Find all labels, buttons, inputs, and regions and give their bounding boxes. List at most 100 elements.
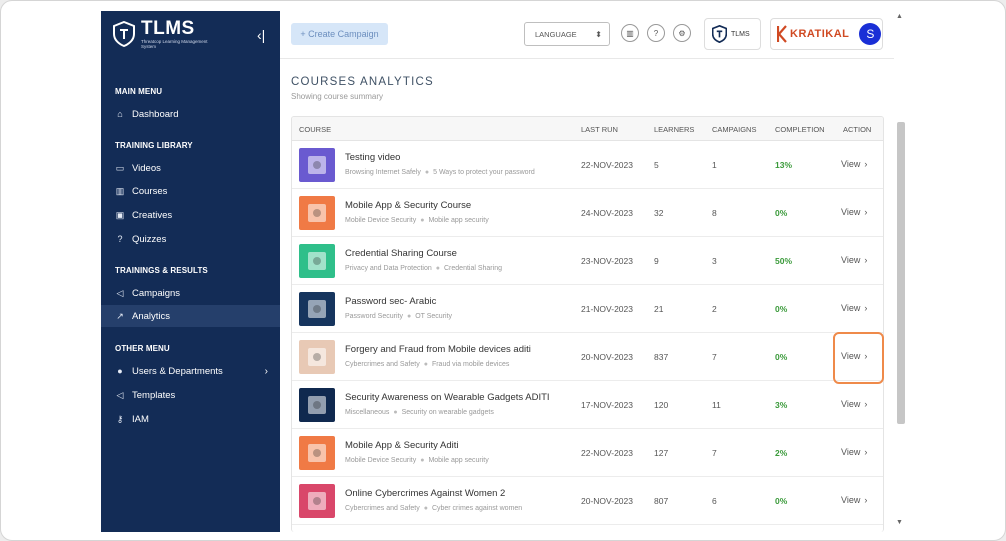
view-link[interactable]: View ›: [841, 207, 867, 217]
kratikal-logo-icon: [777, 25, 787, 43]
view-link[interactable]: View ›: [841, 159, 867, 169]
image-icon: ▣: [115, 209, 125, 220]
megaphone-icon: ◁: [116, 287, 124, 298]
course-tag: Mobile Device Security: [345, 457, 417, 464]
sidebar-item-label: Quizzes: [132, 233, 167, 245]
sidebar-item-label: Videos: [132, 162, 161, 174]
course-tag: Password Security: [345, 313, 403, 320]
scroll-down-arrow-icon[interactable]: ▼: [896, 519, 903, 526]
help-icon: ?: [117, 234, 123, 244]
table-row: Mobile App & Security Course Mobile Devic…: [292, 189, 883, 237]
course-tag: Browsing Internet Safely: [345, 169, 421, 176]
view-link[interactable]: View ›: [841, 399, 867, 409]
logo-title: TLMS: [141, 18, 195, 39]
sidebar-item-templates[interactable]: ◁ Templates: [101, 384, 280, 406]
learners-cell: 32: [654, 208, 664, 218]
last-run-cell: 22-NOV-2023: [581, 160, 633, 170]
view-label: View: [841, 159, 861, 169]
sidebar: TLMS Threatcop Learning Management Syste…: [101, 11, 280, 532]
video-icon: ▭: [115, 162, 125, 173]
course-name[interactable]: Credential Sharing Course: [345, 248, 457, 259]
course-name[interactable]: Password sec- Arabic: [345, 296, 436, 307]
chevron-right-icon: ›: [864, 303, 868, 313]
header-last-run: LAST RUN: [581, 125, 618, 134]
course-tags: Mobile Device Security ● Mobile app securi…: [345, 217, 489, 224]
help-icon[interactable]: ?: [647, 24, 665, 42]
sidebar-item-videos[interactable]: ▭ Videos: [101, 157, 280, 179]
campaigns-cell: 3: [712, 256, 717, 266]
gear-icon[interactable]: ⚙: [673, 24, 691, 42]
chevron-right-icon: ›: [864, 399, 868, 409]
campaigns-cell: 6: [712, 496, 717, 506]
course-tag: Mobile app security: [428, 457, 489, 464]
page-subtitle: Showing course summary: [291, 92, 384, 101]
header-completion: COMPLETION: [775, 125, 825, 134]
course-tags: Miscellaneous ● Security on wearable gadge…: [345, 409, 494, 416]
completion-cell: 50%: [775, 256, 793, 266]
completion-cell: 0%: [775, 304, 788, 314]
course-thumbnail: [299, 148, 335, 182]
top-bar: + Create Campaign LANGUAGE ⬍ ▥ ? ⚙ TLMS …: [280, 11, 894, 59]
tag-separator: ●: [406, 313, 412, 320]
create-campaign-button[interactable]: + Create Campaign: [291, 23, 388, 45]
scrollbar-thumb[interactable]: [897, 122, 905, 424]
logo-subtitle: Threatcop Learning Management System: [141, 39, 208, 49]
header-learners: LEARNERS: [654, 125, 695, 134]
sidebar-item-creatives[interactable]: ▣ Creatives: [101, 204, 280, 226]
learners-cell: 120: [654, 400, 669, 410]
section-trainings-results: TRAININGS & RESULTS: [115, 266, 208, 275]
sidebar-item-users-departments[interactable]: ● Users & Departments ›: [101, 360, 280, 382]
course-thumbnail: [299, 244, 335, 278]
tag-separator: ●: [423, 361, 428, 368]
view-link[interactable]: View ›: [841, 303, 867, 313]
view-label: View: [841, 207, 861, 217]
logo[interactable]: TLMS Threatcop Learning Management Syste…: [113, 19, 211, 49]
learners-cell: 127: [654, 448, 669, 458]
campaigns-cell: 2: [712, 304, 717, 314]
learners-cell: 5: [654, 160, 659, 170]
avatar[interactable]: S: [859, 23, 882, 45]
course-name[interactable]: Security Awareness on Wearable Gadgets A…: [345, 392, 550, 403]
sidebar-item-analytics[interactable]: ↗ Analytics: [101, 305, 280, 327]
table-header: COURSE LAST RUN LEARNERS CAMPAIGNS COMPL…: [292, 117, 883, 141]
table-row: Online Cybercrimes Against Women 2 Cyberc…: [292, 477, 883, 525]
course-name[interactable]: Online Cybercrimes Against Women 2: [345, 488, 505, 499]
chart-icon: ↗: [116, 310, 124, 321]
completion-cell: 3%: [775, 400, 788, 410]
sidebar-item-dashboard[interactable]: ⌂ Dashboard: [101, 103, 280, 125]
completion-cell: 0%: [775, 496, 788, 506]
language-select[interactable]: LANGUAGE ⬍: [524, 22, 610, 46]
view-link[interactable]: View ›: [841, 447, 867, 457]
campaigns-cell: 7: [712, 448, 717, 458]
course-name[interactable]: Testing video: [345, 152, 400, 163]
course-thumbnail: [299, 484, 335, 518]
shield-logo-icon: [712, 25, 727, 43]
course-name[interactable]: Mobile App & Security Aditi: [345, 440, 459, 451]
account-box[interactable]: KRATIKAL S: [770, 18, 883, 50]
view-link[interactable]: View ›: [841, 495, 867, 505]
course-tags: Cybercrimes and Safety ● Fraud via mobile …: [345, 361, 509, 368]
sidebar-item-label: Courses: [132, 185, 168, 197]
book-open-icon[interactable]: ▥: [621, 24, 639, 42]
view-link[interactable]: View ›: [841, 255, 867, 265]
tlms-brand-label: TLMS: [731, 30, 750, 38]
select-arrows-icon: ⬍: [595, 29, 602, 39]
header-campaigns: CAMPAIGNS: [712, 125, 757, 134]
course-name[interactable]: Mobile App & Security Course: [345, 200, 471, 211]
campaigns-cell: 8: [712, 208, 717, 218]
sidebar-item-iam[interactable]: ⚷ IAM: [101, 408, 280, 430]
collapse-sidebar-icon[interactable]: ‹|: [257, 27, 265, 43]
scroll-up-arrow-icon[interactable]: ▲: [896, 13, 903, 20]
course-name[interactable]: Forgery and Fraud from Mobile devices ad…: [345, 344, 531, 355]
sidebar-item-campaigns[interactable]: ◁ Campaigns: [101, 282, 280, 304]
campaigns-cell: 11: [712, 400, 721, 410]
sidebar-item-courses[interactable]: ▥ Courses: [101, 180, 280, 202]
view-label: View: [841, 495, 861, 505]
tlms-brand-box[interactable]: TLMS: [704, 18, 761, 50]
last-run-cell: 21-NOV-2023: [581, 304, 633, 314]
last-run-cell: 17-NOV-2023: [581, 400, 633, 410]
learners-cell: 807: [654, 496, 669, 506]
sidebar-item-quizzes[interactable]: ? Quizzes: [101, 228, 280, 250]
home-icon: ⌂: [117, 109, 123, 119]
completion-cell: 0%: [775, 352, 788, 362]
